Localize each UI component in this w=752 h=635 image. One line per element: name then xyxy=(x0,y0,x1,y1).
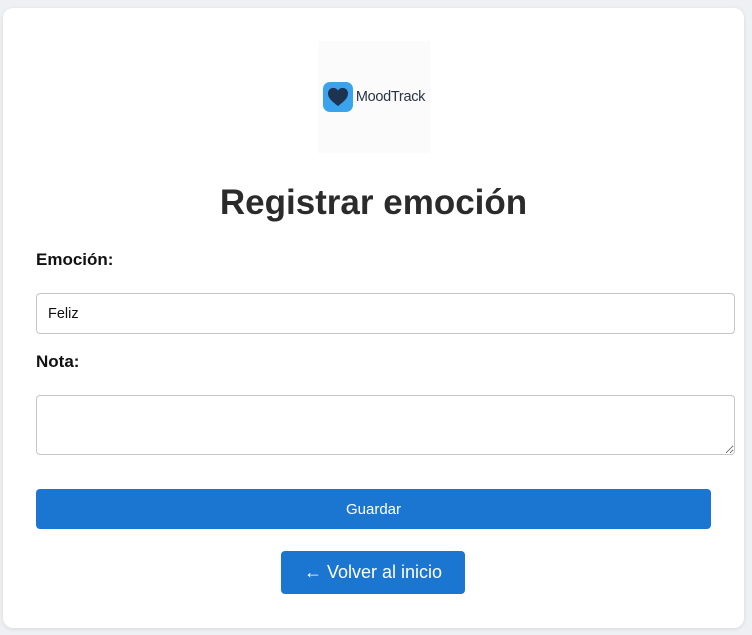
back-to-home-button[interactable]: ← Volver al inicio xyxy=(281,551,465,594)
page-title: Registrar emoción xyxy=(219,183,528,222)
note-label: Nota: xyxy=(36,352,80,371)
app-logo: MoodTrack xyxy=(318,41,430,153)
logo-text: MoodTrack xyxy=(355,89,426,105)
heart-icon xyxy=(322,82,353,112)
emotion-input[interactable] xyxy=(36,293,735,334)
register-emotion-card: MoodTrack Registrar emoción Emoción: Not… xyxy=(3,8,744,628)
note-textarea[interactable] xyxy=(36,395,735,455)
emotion-label: Emoción: xyxy=(36,250,114,269)
save-button[interactable]: Guardar xyxy=(36,489,711,529)
